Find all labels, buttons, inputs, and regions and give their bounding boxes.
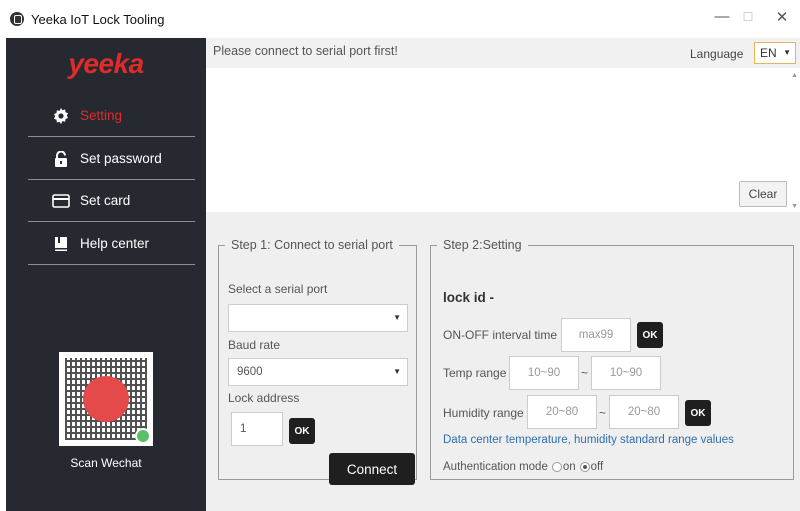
scroll-down-icon[interactable]: ▼ (791, 203, 798, 210)
app-window: Yeeka IoT Lock Tooling — ☐ ✕ yeeka Setti… (0, 0, 800, 511)
humidity-max-input[interactable]: 20~80 (609, 395, 679, 429)
lock-id: lock id - (443, 290, 495, 305)
sidebar: yeeka Setting Set password Set card Help… (6, 38, 206, 511)
log-output-area[interactable]: ▲ ▼ Clear (206, 68, 800, 212)
qr-caption: Scan Wechat (70, 456, 142, 470)
authentication-mode: Authentication mode on off (443, 461, 603, 473)
sidebar-item-help-center[interactable]: Help center (28, 223, 195, 265)
chevron-down-icon: ▼ (393, 367, 401, 376)
range-separator: ~ (581, 366, 589, 380)
serial-port-select[interactable]: ▼ (228, 304, 408, 332)
status-message: Please connect to serial port first! (213, 44, 398, 58)
lock-address-input[interactable]: 1 (231, 412, 283, 446)
close-button[interactable]: ✕ (772, 8, 792, 26)
lock-address-value: 1 (240, 423, 247, 435)
humidity-max-placeholder: 20~80 (627, 406, 661, 418)
top-bar: Please connect to serial port first! Lan… (206, 38, 800, 68)
humidity-min-placeholder: 20~80 (545, 406, 579, 418)
title-bar: Yeeka IoT Lock Tooling — ☐ ✕ (0, 0, 800, 38)
wechat-qr-code (59, 352, 153, 446)
step1-legend: Step 1: Connect to serial port (231, 238, 393, 252)
auth-on-radio[interactable] (551, 462, 562, 472)
auth-mode-label: Authentication mode (443, 461, 548, 473)
main-panel: Please connect to serial port first! Lan… (206, 38, 800, 511)
window-title: Yeeka IoT Lock Tooling (31, 11, 165, 27)
temp-max-input[interactable]: 10~90 (591, 356, 661, 390)
auth-off-radio[interactable] (579, 462, 590, 472)
baud-rate-label: Baud rate (228, 338, 281, 352)
clear-button[interactable]: Clear (739, 181, 787, 207)
sidebar-item-label: Set card (80, 193, 131, 208)
onoff-ok-button[interactable]: OK (637, 322, 663, 348)
serial-port-label: Select a serial port (228, 282, 328, 296)
chevron-down-icon: ▼ (393, 313, 401, 322)
temp-min-input[interactable]: 10~90 (509, 356, 579, 390)
humidity-min-input[interactable]: 20~80 (527, 395, 597, 429)
temp-min-placeholder: 10~90 (527, 367, 561, 379)
temp-max-placeholder: 10~90 (609, 367, 643, 379)
book-icon (52, 235, 70, 253)
qr-center-badge (83, 376, 129, 422)
baud-rate-value: 9600 (237, 366, 263, 378)
onoff-interval-input[interactable]: max99 (561, 318, 631, 352)
sidebar-item-label: Setting (80, 108, 123, 123)
temp-range-label: Temp range (443, 366, 507, 380)
chevron-down-icon: ▼ (783, 48, 791, 57)
step2-legend: Step 2:Setting (443, 238, 522, 252)
sidebar-item-label: Help center (80, 236, 150, 251)
language-value: EN (760, 46, 777, 60)
app-logo-icon (10, 12, 24, 26)
sidebar-item-setting[interactable]: Setting (28, 95, 195, 137)
auth-off-label: off (590, 461, 604, 473)
connect-button[interactable]: Connect (329, 453, 415, 485)
range-ok-button[interactable]: OK (685, 400, 711, 426)
lock-address-ok-button[interactable]: OK (289, 418, 315, 444)
lock-address-label: Lock address (228, 391, 300, 405)
minimize-button[interactable]: — (712, 8, 732, 25)
step2-panel: Step 2:Setting lock id - ON-OFF interval… (430, 238, 794, 480)
baud-rate-select[interactable]: 9600 ▼ (228, 358, 408, 386)
sidebar-item-label: Set password (80, 151, 162, 166)
card-icon (52, 192, 70, 210)
onoff-placeholder: max99 (578, 329, 614, 341)
qr-pattern (65, 358, 151, 444)
range-separator: ~ (599, 406, 607, 420)
language-label: Language (690, 47, 744, 61)
scroll-up-icon[interactable]: ▲ (791, 72, 798, 79)
humidity-range-label: Humidity range (443, 406, 524, 420)
brand-logo: yeeka (68, 48, 144, 79)
onoff-interval-label: ON-OFF interval time (443, 328, 558, 342)
gear-icon (52, 107, 70, 125)
wechat-icon (135, 428, 151, 444)
range-hint: Data center temperature, humidity standa… (443, 434, 734, 446)
language-select[interactable]: EN ▼ (754, 42, 796, 64)
auth-on-label: on (562, 461, 576, 473)
sidebar-item-set-card[interactable]: Set card (28, 180, 195, 222)
lock-icon (52, 150, 70, 168)
sidebar-item-set-password[interactable]: Set password (28, 138, 195, 180)
step1-panel: Step 1: Connect to serial port Select a … (218, 238, 417, 485)
maximize-button[interactable]: ☐ (738, 10, 758, 24)
